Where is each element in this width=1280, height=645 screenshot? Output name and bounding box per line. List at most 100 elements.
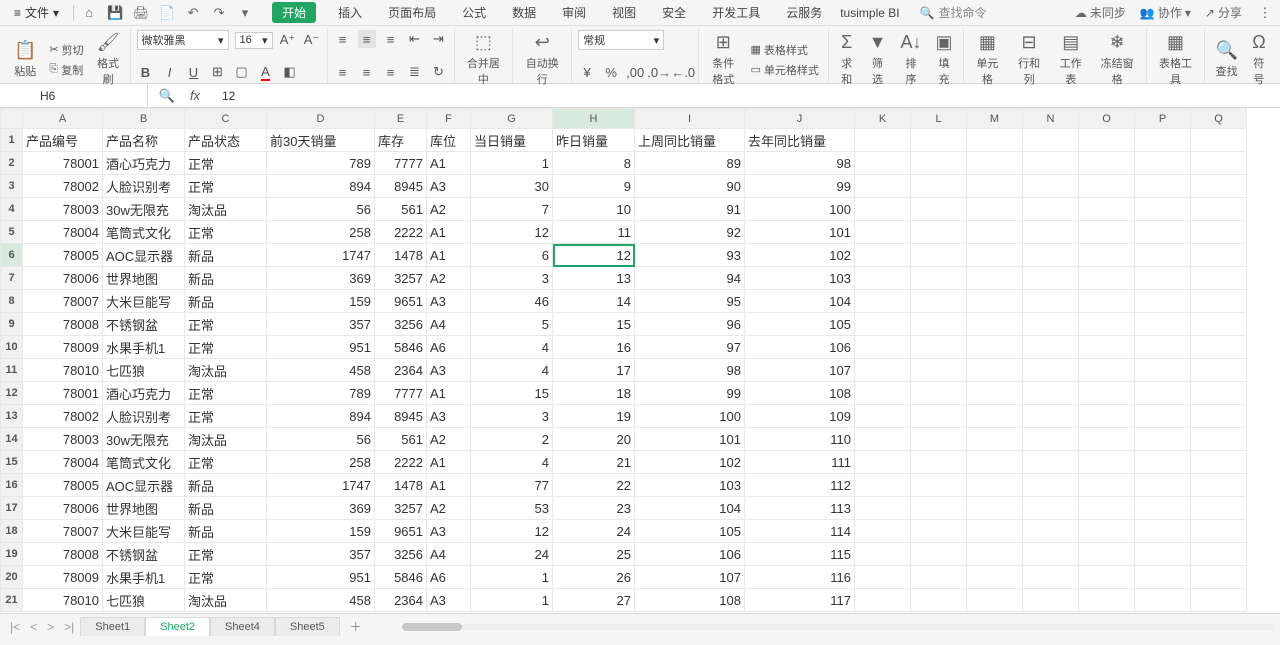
cell[interactable] <box>1191 382 1247 405</box>
cell-A12[interactable]: 78001 <box>23 382 103 405</box>
sheet-tab-Sheet1[interactable]: Sheet1 <box>80 617 145 636</box>
cell-C11[interactable]: 淘汰品 <box>185 359 267 382</box>
cell[interactable] <box>911 543 967 566</box>
spreadsheet-grid[interactable]: ABCDEFGHIJKLMNOPQ1产品编号产品名称产品状态前30天销量库存库位… <box>0 108 1280 613</box>
cell[interactable] <box>1135 520 1191 543</box>
cell-D2[interactable]: 789 <box>267 152 375 175</box>
cell-F13[interactable]: A3 <box>427 405 471 428</box>
ribbon-tab-1[interactable]: 插入 <box>334 2 366 23</box>
row-header-13[interactable]: 13 <box>1 405 23 428</box>
cell-D10[interactable]: 951 <box>267 336 375 359</box>
cell[interactable] <box>855 244 911 267</box>
cell[interactable] <box>855 129 911 152</box>
cell[interactable] <box>1135 566 1191 589</box>
decrease-font-icon[interactable]: A⁻ <box>303 31 321 49</box>
cell[interactable] <box>967 474 1023 497</box>
cell[interactable] <box>1191 405 1247 428</box>
cell[interactable] <box>1023 428 1079 451</box>
cell[interactable] <box>855 290 911 313</box>
cell[interactable] <box>1023 497 1079 520</box>
header-cell[interactable]: 产品编号 <box>23 129 103 152</box>
format-painter-button[interactable]: 🖌格式刷 <box>93 30 124 89</box>
cell-H17[interactable]: 23 <box>553 497 635 520</box>
cell-G18[interactable]: 12 <box>471 520 553 543</box>
cell-C4[interactable]: 淘汰品 <box>185 198 267 221</box>
cell[interactable] <box>1023 589 1079 612</box>
merge-button[interactable]: ⬚合并居中 <box>461 30 507 89</box>
cell[interactable] <box>1079 405 1135 428</box>
col-header-D[interactable]: D <box>267 109 375 129</box>
row-header-9[interactable]: 9 <box>1 313 23 336</box>
cell-C19[interactable]: 正常 <box>185 543 267 566</box>
cell[interactable] <box>855 405 911 428</box>
cell[interactable] <box>1191 474 1247 497</box>
cell[interactable] <box>967 152 1023 175</box>
cell-A18[interactable]: 78007 <box>23 520 103 543</box>
file-menu[interactable]: ≡ 文件 ▾ <box>6 2 67 23</box>
cell-A3[interactable]: 78002 <box>23 175 103 198</box>
cell[interactable] <box>1135 129 1191 152</box>
cell-J18[interactable]: 114 <box>745 520 855 543</box>
find-button[interactable]: 🔍查找 <box>1211 38 1241 81</box>
cell[interactable] <box>855 474 911 497</box>
freeze-button[interactable]: ❄冻结窗格 <box>1095 30 1140 89</box>
col-header-Q[interactable]: Q <box>1191 109 1247 129</box>
sort-button[interactable]: A↓排序 <box>896 30 925 89</box>
cell[interactable] <box>911 267 967 290</box>
cell-A4[interactable]: 78003 <box>23 198 103 221</box>
cell-H2[interactable]: 8 <box>553 152 635 175</box>
cell[interactable] <box>855 520 911 543</box>
cell-C17[interactable]: 新品 <box>185 497 267 520</box>
sheet-nav-next[interactable]: > <box>43 620 58 634</box>
cell-I21[interactable]: 108 <box>635 589 745 612</box>
cell[interactable] <box>1135 474 1191 497</box>
ribbon-tab-5[interactable]: 审阅 <box>558 2 590 23</box>
cell-J20[interactable]: 116 <box>745 566 855 589</box>
cell-A20[interactable]: 78009 <box>23 566 103 589</box>
cell[interactable] <box>1079 244 1135 267</box>
cell[interactable] <box>1135 497 1191 520</box>
search-icon[interactable]: 🔍 <box>158 87 176 105</box>
cell-B6[interactable]: AOC显示器 <box>103 244 185 267</box>
cell-I17[interactable]: 104 <box>635 497 745 520</box>
cell-C13[interactable]: 正常 <box>185 405 267 428</box>
row-header-5[interactable]: 5 <box>1 221 23 244</box>
name-box[interactable]: H6 <box>0 84 148 107</box>
cell[interactable] <box>1135 428 1191 451</box>
indent-increase-icon[interactable]: ⇥ <box>430 30 448 48</box>
cell[interactable] <box>1135 290 1191 313</box>
header-cell[interactable]: 去年同比销量 <box>745 129 855 152</box>
cell[interactable] <box>1023 290 1079 313</box>
cell-G8[interactable]: 46 <box>471 290 553 313</box>
col-header-C[interactable]: C <box>185 109 267 129</box>
cell[interactable] <box>967 290 1023 313</box>
formula-input[interactable]: 12 <box>214 89 235 103</box>
sheet-tab-Sheet5[interactable]: Sheet5 <box>275 617 340 636</box>
cell[interactable] <box>855 589 911 612</box>
col-header-G[interactable]: G <box>471 109 553 129</box>
cell[interactable] <box>1135 382 1191 405</box>
cell-I9[interactable]: 96 <box>635 313 745 336</box>
share-button[interactable]: ↗分享 <box>1205 4 1242 21</box>
header-cell[interactable]: 当日销量 <box>471 129 553 152</box>
cell[interactable] <box>1079 336 1135 359</box>
cell[interactable] <box>911 244 967 267</box>
cell[interactable] <box>1135 359 1191 382</box>
cell[interactable] <box>967 198 1023 221</box>
cell-H3[interactable]: 9 <box>553 175 635 198</box>
orientation-icon[interactable]: ↻ <box>430 63 448 81</box>
cell-F15[interactable]: A1 <box>427 451 471 474</box>
cell[interactable] <box>1023 244 1079 267</box>
cell-A13[interactable]: 78002 <box>23 405 103 428</box>
cell-E17[interactable]: 3257 <box>375 497 427 520</box>
align-left-icon[interactable]: ≡ <box>334 63 352 81</box>
sync-status[interactable]: ☁未同步 <box>1075 4 1126 21</box>
cell[interactable] <box>1191 336 1247 359</box>
cell-G2[interactable]: 1 <box>471 152 553 175</box>
save-icon[interactable]: 💾 <box>106 4 124 22</box>
cell-E13[interactable]: 8945 <box>375 405 427 428</box>
cell-B8[interactable]: 大米巨能写 <box>103 290 185 313</box>
cell-I19[interactable]: 106 <box>635 543 745 566</box>
cell[interactable] <box>1191 290 1247 313</box>
cell-I12[interactable]: 99 <box>635 382 745 405</box>
